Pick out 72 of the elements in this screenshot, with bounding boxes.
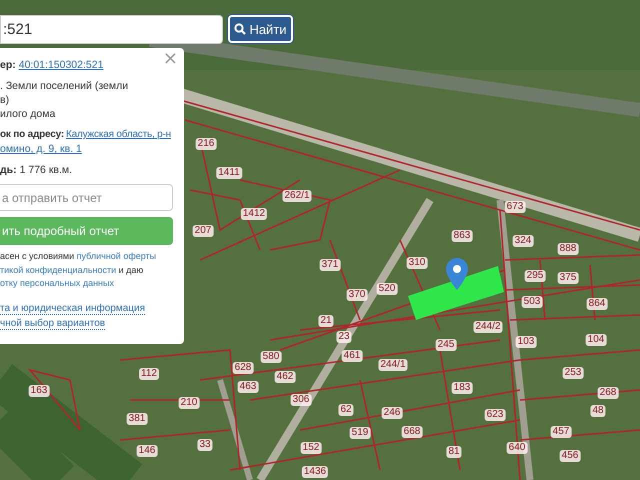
parcel-number[interactable]: 457 [550,426,572,438]
email-field[interactable]: а отправить отчет [0,184,173,211]
parcel-number[interactable]: 456 [560,450,580,462]
parcel-number[interactable]: 863 [452,230,472,242]
consent-text: и даю [118,264,144,274]
parcel-number[interactable]: 103 [516,336,536,348]
parcel-number[interactable]: 253 [562,367,584,379]
field-label: дь: [0,163,17,177]
parcel-number[interactable]: 244/2 [473,321,503,333]
parcel-number[interactable]: 246 [382,407,402,419]
parcel-number[interactable]: 146 [136,445,158,457]
parcel-number[interactable]: 370 [346,289,368,301]
parcel-number[interactable]: 462 [274,371,296,383]
parcel-number[interactable]: 33 [197,439,213,451]
parcel-number[interactable]: 183 [452,382,472,394]
parcel-number[interactable]: 640 [506,442,528,454]
parcel-number[interactable]: 375 [558,272,578,284]
parcel-number[interactable]: 461 [342,350,362,362]
field-label: ер: [0,58,16,72]
land-category-text: . Земли поселений (земли в) илого дома [0,79,130,121]
search-button[interactable]: Найти [228,15,293,43]
parcel-number[interactable]: 244/1 [378,359,408,371]
cadastral-number-link[interactable]: 40:01:150302:521 [18,58,104,72]
map-pin-icon[interactable] [446,258,468,290]
consent-text: асен с условиями [0,251,76,261]
parcel-number[interactable]: 371 [320,259,340,271]
parcel-number[interactable]: 245 [436,339,456,351]
parcel-number[interactable]: 519 [350,427,370,439]
area-value: 1 776 кв.м. [20,163,72,177]
parcel-number[interactable]: 62 [338,404,354,416]
consent-link[interactable]: публичной оферты [76,251,156,261]
parcel-number[interactable]: 520 [376,283,398,295]
parcel-number[interactable]: 381 [126,413,148,425]
parcel-number[interactable]: 673 [504,201,526,213]
parcel-number[interactable]: 81 [446,446,462,458]
parcel-number[interactable]: 23 [336,331,352,343]
parcel-number[interactable]: 628 [232,362,254,374]
info-link[interactable]: та и юридическая информация [0,302,145,314]
parcel-number[interactable]: 216 [196,138,216,150]
parcel-number[interactable]: 310 [406,257,428,269]
address-link[interactable]: омино, д. 9, кв. 1 [0,142,82,156]
parcel-number[interactable]: 295 [524,270,546,282]
parcel-number[interactable]: 21 [318,315,334,327]
parcel-number[interactable]: 152 [300,442,322,454]
parcel-number[interactable]: 324 [512,235,534,247]
parcel-number[interactable]: 104 [586,334,606,346]
consent-link[interactable]: отку персональных данных [0,278,114,288]
parcel-number[interactable]: 668 [402,426,422,438]
address-link[interactable]: Калужская область, р-н [66,128,171,142]
parcel-number[interactable]: 207 [192,225,214,237]
parcel-number[interactable]: 210 [178,397,200,409]
field-label: ок по адресу: [0,128,64,142]
search-field[interactable]: :521 [0,15,223,44]
parcel-number[interactable]: 268 [598,387,618,399]
selected-parcel[interactable] [408,266,504,320]
parcel-number[interactable]: 163 [28,385,50,397]
parcel-number[interactable]: 1436 [302,466,328,478]
consent-link[interactable]: тикой конфиденциальности [0,264,116,274]
parcel-number[interactable]: 503 [522,296,542,308]
parcel-number[interactable]: 1411 [216,167,242,179]
parcel-number[interactable]: 262/1 [282,190,312,202]
parcel-number[interactable]: 112 [139,368,159,380]
parcel-number[interactable]: 306 [290,394,312,406]
parcel-number[interactable]: 1412 [240,208,268,220]
search-icon [234,23,246,35]
parcel-number[interactable]: 48 [590,405,606,417]
info-link[interactable]: чной выбор вариантов [0,318,106,330]
parcel-number[interactable]: 580 [260,351,282,363]
parcel-number[interactable]: 623 [484,409,506,421]
parcel-number[interactable]: 888 [558,243,578,255]
parcel-number[interactable]: 864 [586,298,608,310]
parcel-number[interactable]: 463 [238,381,258,393]
